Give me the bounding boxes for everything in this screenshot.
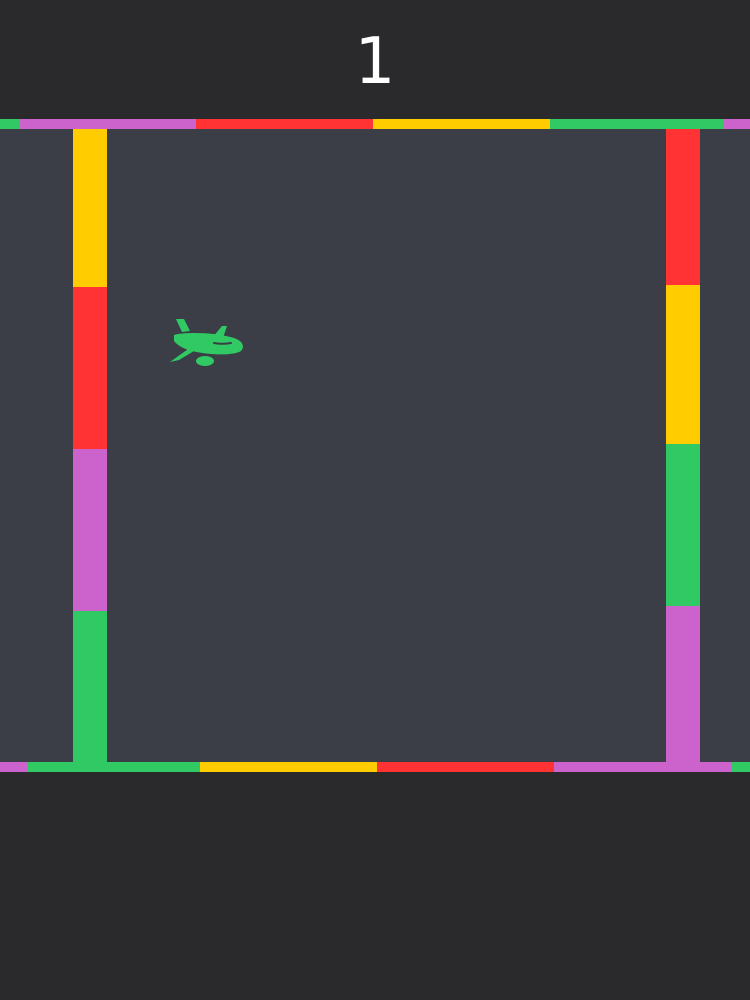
left-wall-segment-4 bbox=[73, 611, 107, 762]
bottom-strip-segment-2 bbox=[27, 762, 200, 772]
bottom-strip-segment-5 bbox=[554, 762, 731, 772]
score-counter: 1 bbox=[354, 25, 396, 99]
top-strip-segment-4 bbox=[373, 119, 550, 129]
right-wall bbox=[666, 129, 700, 762]
right-wall-segment-3 bbox=[666, 444, 700, 606]
airplane-tail bbox=[176, 319, 190, 332]
top-strip-segment-6 bbox=[724, 119, 750, 129]
right-wall-segment-4 bbox=[666, 606, 700, 762]
player-airplane bbox=[166, 316, 246, 370]
airplane-window-band bbox=[213, 342, 232, 345]
left-wall-segment-2 bbox=[73, 287, 107, 449]
top-strip-segment-2 bbox=[20, 119, 196, 129]
right-wall-segment-2 bbox=[666, 285, 700, 444]
airplane-engine bbox=[196, 356, 214, 366]
right-wall-segment-1 bbox=[666, 129, 700, 285]
bottom-strip-segment-1 bbox=[0, 762, 27, 772]
airplane-icon bbox=[170, 319, 243, 366]
left-wall-segment-1 bbox=[73, 129, 107, 287]
play-area bbox=[0, 129, 750, 762]
airplane-wing-lower bbox=[170, 347, 199, 362]
top-strip-segment-3 bbox=[196, 119, 373, 129]
airplane-shape bbox=[170, 319, 243, 366]
airplane-body bbox=[174, 333, 243, 355]
bottom-strip-segment-4 bbox=[377, 762, 554, 772]
top-strip-segment-1 bbox=[0, 119, 20, 129]
top-strip-segment-5 bbox=[550, 119, 724, 129]
left-wall-segment-3 bbox=[73, 449, 107, 611]
bottom-strip-segment-6 bbox=[731, 762, 750, 772]
game-screen[interactable]: 1 bbox=[0, 0, 750, 1000]
bottom-color-strip bbox=[0, 762, 750, 772]
left-wall bbox=[73, 129, 107, 762]
bottom-strip-segment-3 bbox=[200, 762, 377, 772]
top-color-strip bbox=[0, 119, 750, 129]
